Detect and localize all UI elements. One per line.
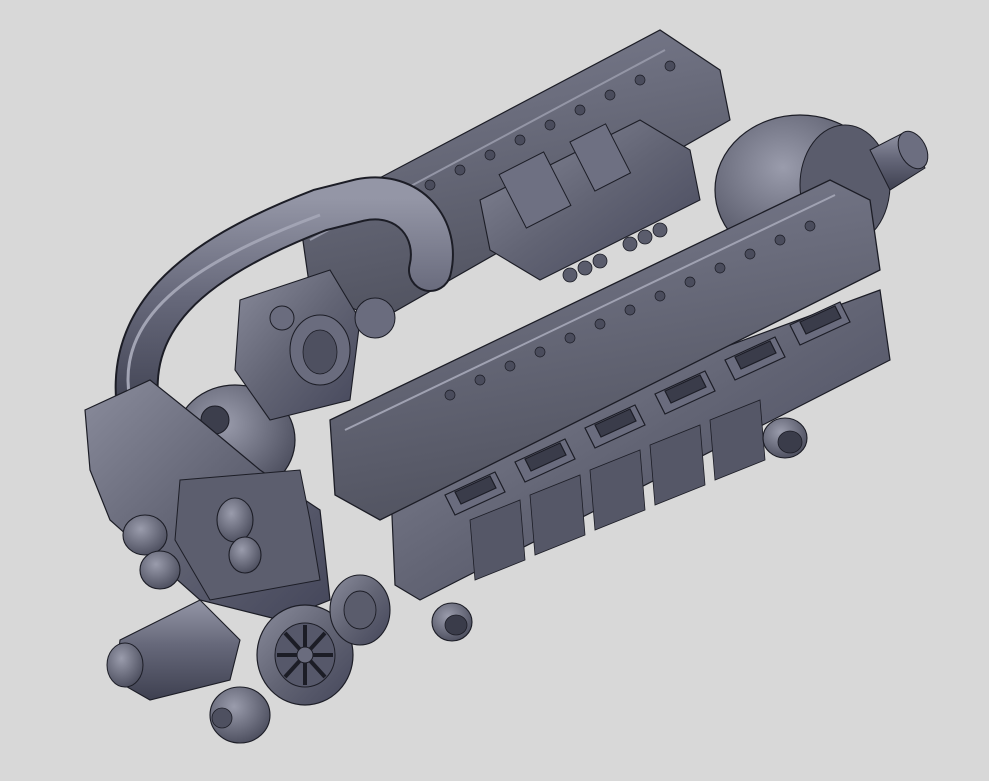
starter-motor[interactable] [106,599,271,744]
cad-viewport[interactable] [0,0,989,781]
gear-cover[interactable] [329,574,391,646]
engine-model-render[interactable] [0,0,989,781]
